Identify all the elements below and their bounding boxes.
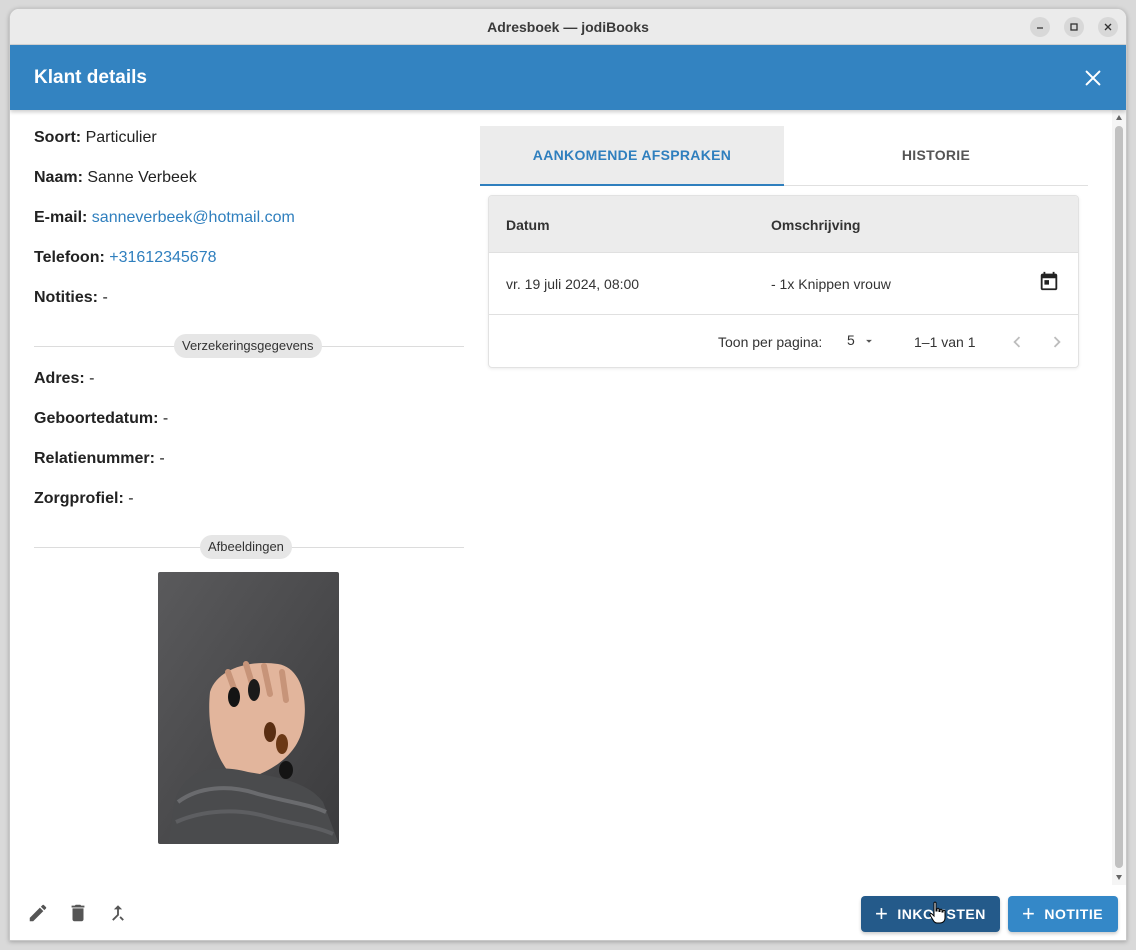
images-divider: Afbeeldingen [34, 535, 464, 559]
field-label: Naam: [34, 169, 83, 186]
hand-cursor-icon [929, 901, 946, 924]
tab-history[interactable]: HISTORIE [784, 126, 1088, 186]
chevron-down-icon [866, 339, 872, 343]
field-label: E-mail: [34, 209, 88, 226]
images-heading: Afbeeldingen [200, 535, 292, 559]
field-telefoon: Telefoon: +31612345678 [34, 249, 217, 267]
tab-bar: AANKOMENDE AFSPRAKEN HISTORIE [480, 126, 1088, 186]
dialog-header: Klant details [10, 45, 1126, 110]
field-value: - [128, 490, 134, 507]
phone-link[interactable]: +31612345678 [109, 249, 216, 266]
pagination-range: 1–1 van 1 [914, 334, 976, 350]
cell-omschrijving: - 1x Knippen vrouw [771, 276, 891, 292]
column-header-datum[interactable]: Datum [506, 217, 550, 233]
window-titlebar: Adresboek — jodiBooks [10, 9, 1126, 45]
field-label: Telefoon: [34, 249, 105, 266]
insurance-divider: Verzekeringsgegevens [34, 334, 464, 358]
plus-icon: + [875, 901, 889, 926]
field-naam: Naam: Sanne Verbeek [34, 169, 197, 187]
appointments-table: Datum Omschrijving vr. 19 juli 2024, 08:… [488, 195, 1079, 368]
field-value: - [102, 289, 108, 306]
dialog-title: Klant details [34, 67, 147, 88]
dialog-content: Soort: Particulier Naam: Sanne Verbeek E… [10, 110, 1126, 885]
rows-per-page-select[interactable]: 5 [847, 332, 879, 352]
maximize-button[interactable] [1064, 17, 1084, 37]
edit-icon[interactable] [27, 902, 49, 924]
field-geboortedatum: Geboortedatum: - [34, 410, 168, 428]
field-value: Sanne Verbeek [87, 169, 197, 186]
scroll-up-icon[interactable] [1115, 114, 1123, 122]
field-zorgprofiel: Zorgprofiel: - [34, 490, 134, 508]
field-label: Soort: [34, 129, 82, 146]
field-value: - [159, 450, 165, 467]
minimize-icon [1037, 27, 1043, 29]
field-relatienummer: Relatienummer: - [34, 450, 165, 468]
window-title: Adresboek — jodiBooks [487, 19, 649, 35]
delete-icon[interactable] [67, 902, 89, 924]
cell-datum: vr. 19 juli 2024, 08:00 [506, 276, 640, 292]
dialog-footer: + INKOMSTEN + NOTITIE [10, 885, 1126, 940]
field-label: Notities: [34, 289, 98, 306]
field-soort: Soort: Particulier [34, 129, 157, 147]
add-note-button[interactable]: + NOTITIE [1008, 896, 1118, 932]
table-pagination: Toon per pagina: 5 1–1 van 1 [489, 316, 1078, 367]
plus-icon: + [1022, 901, 1036, 926]
calendar-icon[interactable] [1038, 270, 1060, 292]
client-photo[interactable] [158, 572, 339, 844]
close-window-button[interactable] [1098, 17, 1118, 37]
field-notities: Notities: - [34, 289, 108, 307]
field-label: Zorgprofiel: [34, 490, 124, 507]
chevron-right-icon[interactable] [1046, 331, 1068, 353]
field-value: - [162, 410, 169, 427]
insurance-heading: Verzekeringsgegevens [174, 334, 322, 358]
close-icon[interactable] [1082, 67, 1104, 89]
field-email: E-mail: sanneverbeek@hotmail.com [34, 209, 295, 227]
vertical-scrollbar[interactable] [1112, 110, 1126, 885]
field-value: - [89, 370, 95, 387]
field-value: Particulier [85, 129, 157, 146]
field-label: Geboortedatum: [34, 410, 159, 427]
rows-per-page-value: 5 [847, 332, 855, 348]
column-header-omschrijving[interactable]: Omschrijving [771, 217, 860, 233]
rows-per-page-label: Toon per pagina: [718, 334, 823, 350]
maximize-icon [1070, 23, 1078, 31]
field-label: Adres: [34, 370, 85, 387]
chevron-left-icon[interactable] [1006, 331, 1028, 353]
table-row[interactable]: vr. 19 juli 2024, 08:00 - 1x Knippen vro… [489, 253, 1078, 315]
field-label: Relatienummer: [34, 450, 155, 467]
add-note-label: NOTITIE [1044, 906, 1104, 922]
email-link[interactable]: sanneverbeek@hotmail.com [92, 209, 295, 226]
nails-photo-illustration [158, 572, 339, 844]
merge-icon[interactable] [107, 902, 129, 924]
table-header: Datum Omschrijving [489, 196, 1078, 253]
tab-upcoming-appointments[interactable]: AANKOMENDE AFSPRAKEN [480, 126, 784, 186]
close-window-icon [1104, 23, 1112, 31]
field-adres: Adres: - [34, 370, 94, 388]
minimize-button[interactable] [1030, 17, 1050, 37]
scrollbar-thumb[interactable] [1115, 126, 1123, 868]
scroll-down-icon[interactable] [1115, 873, 1123, 881]
app-window: Adresboek — jodiBooks Klant details Soor… [9, 8, 1127, 941]
